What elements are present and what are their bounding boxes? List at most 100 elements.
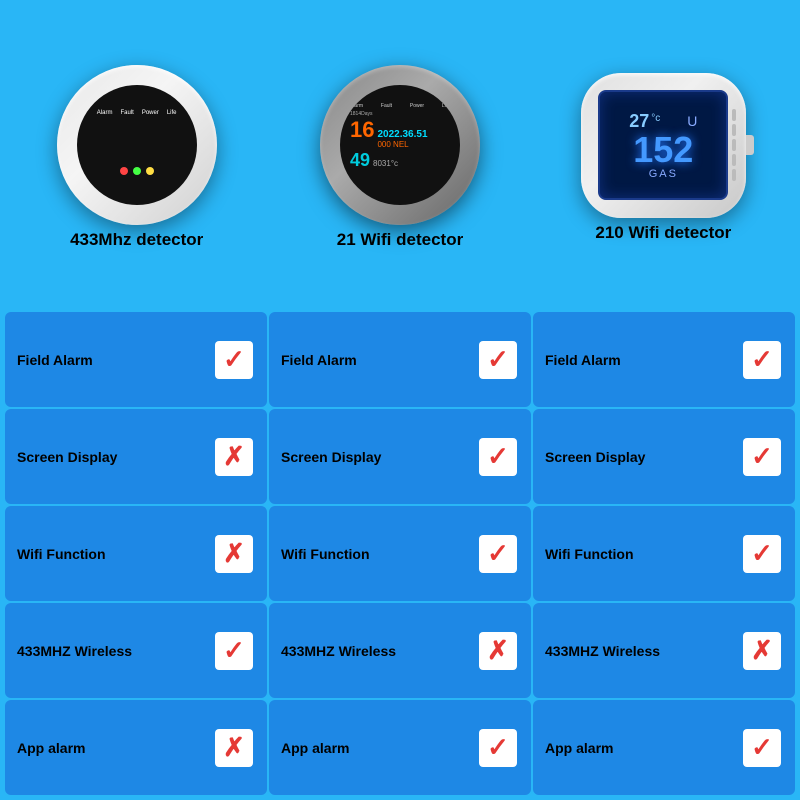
feature-cell-3-wifi-function: Wifi Function bbox=[533, 506, 795, 601]
device-3-wrapper: 27 °c U 152 GAS bbox=[581, 73, 746, 218]
product-2-name: 21 Wifi detector bbox=[337, 230, 463, 250]
device-3: 27 °c U 152 GAS bbox=[581, 73, 746, 218]
feature-cell-1-wifi-function: Wifi Function bbox=[5, 506, 267, 601]
feature-cell-2-screen-display: Screen Display bbox=[269, 409, 531, 504]
device-2: Alarm Fault Power Life 1814Days 16 2022.… bbox=[320, 65, 480, 225]
feature-label-433mhz-3: 433MHZ Wireless bbox=[545, 643, 660, 659]
feature-cell-1-433mhz: 433MHZ Wireless bbox=[5, 603, 267, 698]
feature-cell-3-screen-display: Screen Display bbox=[533, 409, 795, 504]
feature-label-field-alarm-2: Field Alarm bbox=[281, 352, 357, 368]
check-screen-display-3 bbox=[741, 436, 783, 478]
screen3-gas-label: GAS bbox=[649, 168, 678, 180]
check-no-icon bbox=[479, 632, 517, 670]
screen2-content: Alarm Fault Power Life 1814Days 16 2022.… bbox=[350, 103, 450, 171]
feature-label-screen-display-1: Screen Display bbox=[17, 449, 117, 465]
check-app-alarm-3 bbox=[741, 727, 783, 769]
device-1-screen: Alarm Fault Power Life bbox=[77, 85, 197, 205]
check-yes-icon bbox=[215, 341, 253, 379]
product-col-3: 27 °c U 152 GAS bbox=[532, 10, 795, 305]
feature-label-wifi-function-3: Wifi Function bbox=[545, 546, 634, 562]
screen2-num-large: 49 bbox=[350, 150, 370, 171]
check-no-icon bbox=[215, 535, 253, 573]
check-433mhz-3 bbox=[741, 630, 783, 672]
check-wifi-function-3 bbox=[741, 533, 783, 575]
vent-slot bbox=[732, 154, 736, 166]
screen2-label-life: Life bbox=[442, 103, 450, 109]
feature-cell-1-app-alarm: App alarm bbox=[5, 700, 267, 795]
product-1-name: 433Mhz detector bbox=[70, 230, 203, 250]
feature-label-app-alarm-2: App alarm bbox=[281, 740, 349, 756]
screen2-co2-val: 16 bbox=[350, 119, 374, 141]
label-fault: Fault bbox=[120, 110, 133, 116]
feature-label-screen-display-2: Screen Display bbox=[281, 449, 381, 465]
feature-label-433mhz-2: 433MHZ Wireless bbox=[281, 643, 396, 659]
feature-cell-2-433mhz: 433MHZ Wireless bbox=[269, 603, 531, 698]
indicator-green bbox=[133, 167, 141, 175]
vent-slots bbox=[732, 109, 736, 181]
indicator-yellow bbox=[146, 167, 154, 175]
feature-row-433mhz: 433MHZ Wireless 433MHZ Wireless 433MHZ W… bbox=[5, 603, 795, 698]
screen3-temp-unit: °c bbox=[651, 113, 660, 124]
feature-label-field-alarm-1: Field Alarm bbox=[17, 352, 93, 368]
label-alarm: Alarm bbox=[97, 110, 113, 116]
screen2-sub: 8031°c bbox=[373, 159, 398, 168]
screen2-bottom-vals: 49 8031°c bbox=[350, 150, 450, 171]
feature-cell-3-field-alarm: Field Alarm bbox=[533, 312, 795, 407]
feature-label-433mhz-1: 433MHZ Wireless bbox=[17, 643, 132, 659]
feature-row-field-alarm: Field Alarm Field Alarm Field Alarm bbox=[5, 312, 795, 407]
feature-label-app-alarm-3: App alarm bbox=[545, 740, 613, 756]
feature-row-wifi-function: Wifi Function Wifi Function Wifi Functio… bbox=[5, 506, 795, 601]
feature-label-wifi-function-1: Wifi Function bbox=[17, 546, 106, 562]
product-3-name: 210 Wifi detector bbox=[595, 223, 731, 243]
vent-slot bbox=[732, 139, 736, 151]
check-field-alarm-2 bbox=[477, 339, 519, 381]
feature-cell-2-wifi-function: Wifi Function bbox=[269, 506, 531, 601]
products-section: Alarm Fault Power Life 433Mhz detector bbox=[0, 0, 800, 310]
screen1-labels: Alarm Fault Power Life bbox=[97, 110, 177, 116]
product-col-1: Alarm Fault Power Life 433Mhz detector bbox=[5, 10, 268, 305]
screen3-main-val: 152 bbox=[633, 132, 693, 168]
feature-row-screen-display: Screen Display Screen Display Screen Dis… bbox=[5, 409, 795, 504]
check-yes-icon bbox=[743, 438, 781, 476]
check-yes-icon bbox=[479, 438, 517, 476]
screen2-unit: 000 NEL bbox=[377, 140, 427, 149]
check-no-icon bbox=[215, 438, 253, 476]
feature-cell-3-433mhz: 433MHZ Wireless bbox=[533, 603, 795, 698]
feature-label-field-alarm-3: Field Alarm bbox=[545, 352, 621, 368]
feature-label-screen-display-3: Screen Display bbox=[545, 449, 645, 465]
check-wifi-function-1 bbox=[213, 533, 255, 575]
feature-cell-3-app-alarm: App alarm bbox=[533, 700, 795, 795]
device-3-button bbox=[746, 135, 754, 155]
check-screen-display-1 bbox=[213, 436, 255, 478]
feature-cell-1-field-alarm: Field Alarm bbox=[5, 312, 267, 407]
check-yes-icon bbox=[743, 729, 781, 767]
check-yes-icon bbox=[743, 535, 781, 573]
device-3-screen: 27 °c U 152 GAS bbox=[598, 90, 728, 200]
check-app-alarm-1 bbox=[213, 727, 255, 769]
vent-slot bbox=[732, 169, 736, 181]
feature-cell-1-screen-display: Screen Display bbox=[5, 409, 267, 504]
screen3-u: U bbox=[687, 113, 697, 129]
vent-slot bbox=[732, 124, 736, 136]
check-yes-icon bbox=[479, 729, 517, 767]
check-wifi-function-2 bbox=[477, 533, 519, 575]
features-grid: Field Alarm Field Alarm Field Alarm Scre… bbox=[0, 310, 800, 800]
check-yes-icon bbox=[479, 535, 517, 573]
screen2-top: Alarm Fault Power Life bbox=[350, 103, 450, 109]
check-no-icon bbox=[743, 632, 781, 670]
check-no-icon bbox=[215, 729, 253, 767]
label-power: Power bbox=[142, 110, 159, 116]
screen2-label-fault: Fault bbox=[381, 103, 392, 109]
feature-cell-2-field-alarm: Field Alarm bbox=[269, 312, 531, 407]
check-field-alarm-3 bbox=[741, 339, 783, 381]
check-screen-display-2 bbox=[477, 436, 519, 478]
check-yes-icon bbox=[479, 341, 517, 379]
check-yes-icon bbox=[215, 632, 253, 670]
screen2-main: 16 2022.36.51 000 NEL bbox=[350, 119, 450, 149]
vent-slot bbox=[732, 109, 736, 121]
screen2-ppm: 2022.36.51 bbox=[377, 129, 427, 140]
product-col-2: Alarm Fault Power Life 1814Days 16 2022.… bbox=[268, 10, 531, 305]
screen2-label-power: Power bbox=[410, 103, 424, 109]
feature-label-wifi-function-2: Wifi Function bbox=[281, 546, 370, 562]
feature-row-app-alarm: App alarm App alarm App alarm bbox=[5, 700, 795, 795]
